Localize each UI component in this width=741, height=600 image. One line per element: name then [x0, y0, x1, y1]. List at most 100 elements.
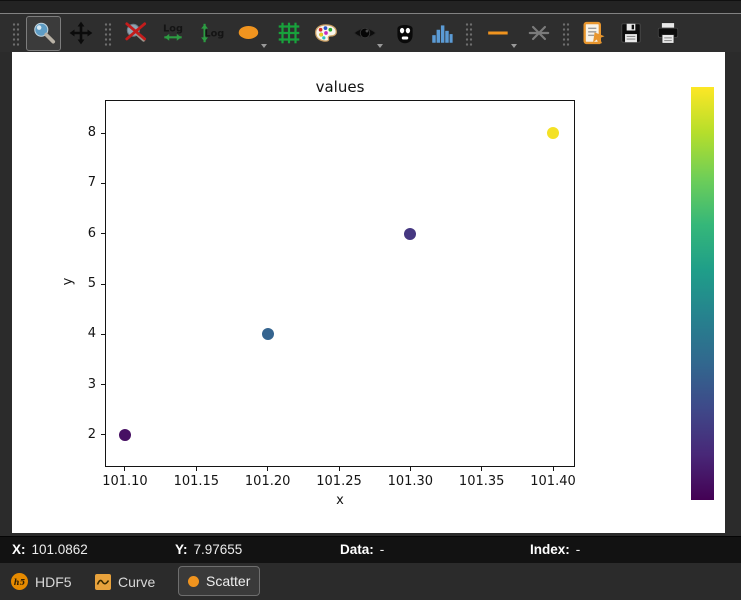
y-axis-tick — [101, 233, 105, 234]
status-x-label: X: — [12, 542, 26, 557]
tab-hdf5[interactable]: h5 HDF5 — [11, 563, 72, 600]
x-axis-tick-label: 101.30 — [380, 474, 440, 489]
x-axis-tick-label: 101.15 — [166, 474, 226, 489]
curve-style-button[interactable] — [479, 16, 519, 51]
tab-curve[interactable]: Curve — [95, 563, 155, 600]
x-axis-tick-label: 101.25 — [309, 474, 369, 489]
x-axis-tick — [553, 467, 554, 471]
zoom-mode-button[interactable] — [26, 16, 61, 51]
x-axis-tick-label: 101.40 — [523, 474, 583, 489]
toolbar-drag-handle-icon — [562, 21, 570, 46]
y-axis-tick-label: 3 — [58, 377, 96, 392]
x-axis-tick — [267, 467, 268, 471]
x-axis-tick-label: 101.35 — [452, 474, 512, 489]
copy-button[interactable] — [576, 16, 611, 51]
ellipse-style-icon — [235, 20, 263, 46]
eye-icon — [351, 20, 379, 46]
status-index-label: Index: — [530, 542, 570, 557]
histogram-icon — [429, 20, 455, 46]
status-y-label: Y: — [175, 542, 188, 557]
window-top-strip — [0, 0, 741, 13]
chevron-down-icon — [377, 44, 383, 48]
scatter-point[interactable] — [119, 429, 131, 441]
tab-scatter[interactable]: Scatter — [178, 566, 260, 596]
x-axis-tick-label: 101.20 — [238, 474, 298, 489]
x-axis-tick — [124, 467, 125, 471]
tab-hdf5-label: HDF5 — [35, 574, 72, 590]
statusbar: X:101.0862 Y:7.97655 Data:- Index:- — [0, 536, 741, 563]
pan-mode-button[interactable] — [63, 16, 98, 51]
y-axis-tick — [101, 183, 105, 184]
y-axis-tick — [101, 133, 105, 134]
status-data: Data:- — [340, 542, 384, 557]
clipboard-copy-icon — [580, 19, 608, 47]
floppy-save-icon — [618, 20, 644, 46]
y-axis-tick-label: 4 — [58, 326, 96, 341]
print-button[interactable] — [650, 16, 685, 51]
svg-text:Log: Log — [204, 28, 224, 39]
y-axis-tick — [101, 434, 105, 435]
scatter-point[interactable] — [547, 127, 559, 139]
toolbar-drag-handle-icon — [104, 21, 112, 46]
plot-canvas[interactable]: values x y 101.10101.15101.20101.25101.3… — [12, 52, 725, 533]
x-log-icon: Log — [159, 20, 187, 46]
y-axis-tick-label: 5 — [58, 276, 96, 291]
y-axis-tick — [101, 284, 105, 285]
y-axis-tick-label: 8 — [58, 125, 96, 140]
magnifier-icon — [31, 20, 57, 46]
colorbar[interactable] — [691, 87, 714, 500]
y-axis-tick-label: 6 — [58, 226, 96, 241]
zoom-reset-icon — [123, 20, 149, 46]
asterisk-icon — [526, 20, 552, 46]
plot-toolbar: Log Log — [0, 14, 741, 52]
tabbar: h5 HDF5 Curve Scatter — [0, 563, 741, 600]
grid-toggle-button[interactable] — [271, 16, 306, 51]
pan-arrows-icon — [68, 20, 94, 46]
toolbar-drag-handle-icon — [12, 21, 20, 46]
status-index-value: - — [576, 542, 581, 557]
visualization-button[interactable] — [345, 16, 385, 51]
x-axis-tick — [196, 467, 197, 471]
printer-icon — [655, 20, 681, 46]
grid-icon — [276, 20, 302, 46]
scatter-style-button[interactable] — [229, 16, 269, 51]
scatter-point[interactable] — [404, 228, 416, 240]
curve-icon — [95, 574, 111, 590]
status-data-value: - — [380, 542, 385, 557]
toolbar-drag-handle-icon — [465, 21, 473, 46]
save-button[interactable] — [613, 16, 648, 51]
symbol-button[interactable] — [521, 16, 556, 51]
axes-box — [105, 100, 575, 467]
y-axis-tick-label: 2 — [58, 427, 96, 442]
mask-tool-button[interactable] — [387, 16, 422, 51]
tab-curve-label: Curve — [118, 574, 155, 590]
y-log-scale-button[interactable]: Log — [192, 16, 227, 51]
y-axis-tick — [101, 384, 105, 385]
chevron-down-icon — [511, 44, 517, 48]
zoom-reset-button[interactable] — [118, 16, 153, 51]
x-axis-tick — [410, 467, 411, 471]
status-x: X:101.0862 — [12, 542, 88, 557]
y-log-icon: Log — [196, 20, 224, 46]
status-data-label: Data: — [340, 542, 374, 557]
x-log-scale-button[interactable]: Log — [155, 16, 190, 51]
scatter-dot-icon — [188, 576, 199, 587]
y-axis-tick-label: 7 — [58, 175, 96, 190]
colormap-button[interactable] — [308, 16, 343, 51]
chevron-down-icon — [261, 44, 267, 48]
status-y-value: 7.97655 — [194, 542, 243, 557]
y-axis-tick — [101, 334, 105, 335]
palette-icon — [312, 20, 340, 46]
status-index: Index:- — [530, 542, 580, 557]
line-style-icon — [486, 20, 512, 46]
x-axis-tick — [481, 467, 482, 471]
x-axis-tick-label: 101.10 — [95, 474, 155, 489]
plot-title: values — [105, 78, 575, 96]
histogram-button[interactable] — [424, 16, 459, 51]
svg-text:Log: Log — [163, 23, 183, 34]
tab-scatter-label: Scatter — [206, 573, 250, 589]
x-axis-tick — [339, 467, 340, 471]
scatter-point[interactable] — [262, 328, 274, 340]
hdf5-icon: h5 — [11, 573, 28, 590]
mask-icon — [392, 20, 418, 46]
